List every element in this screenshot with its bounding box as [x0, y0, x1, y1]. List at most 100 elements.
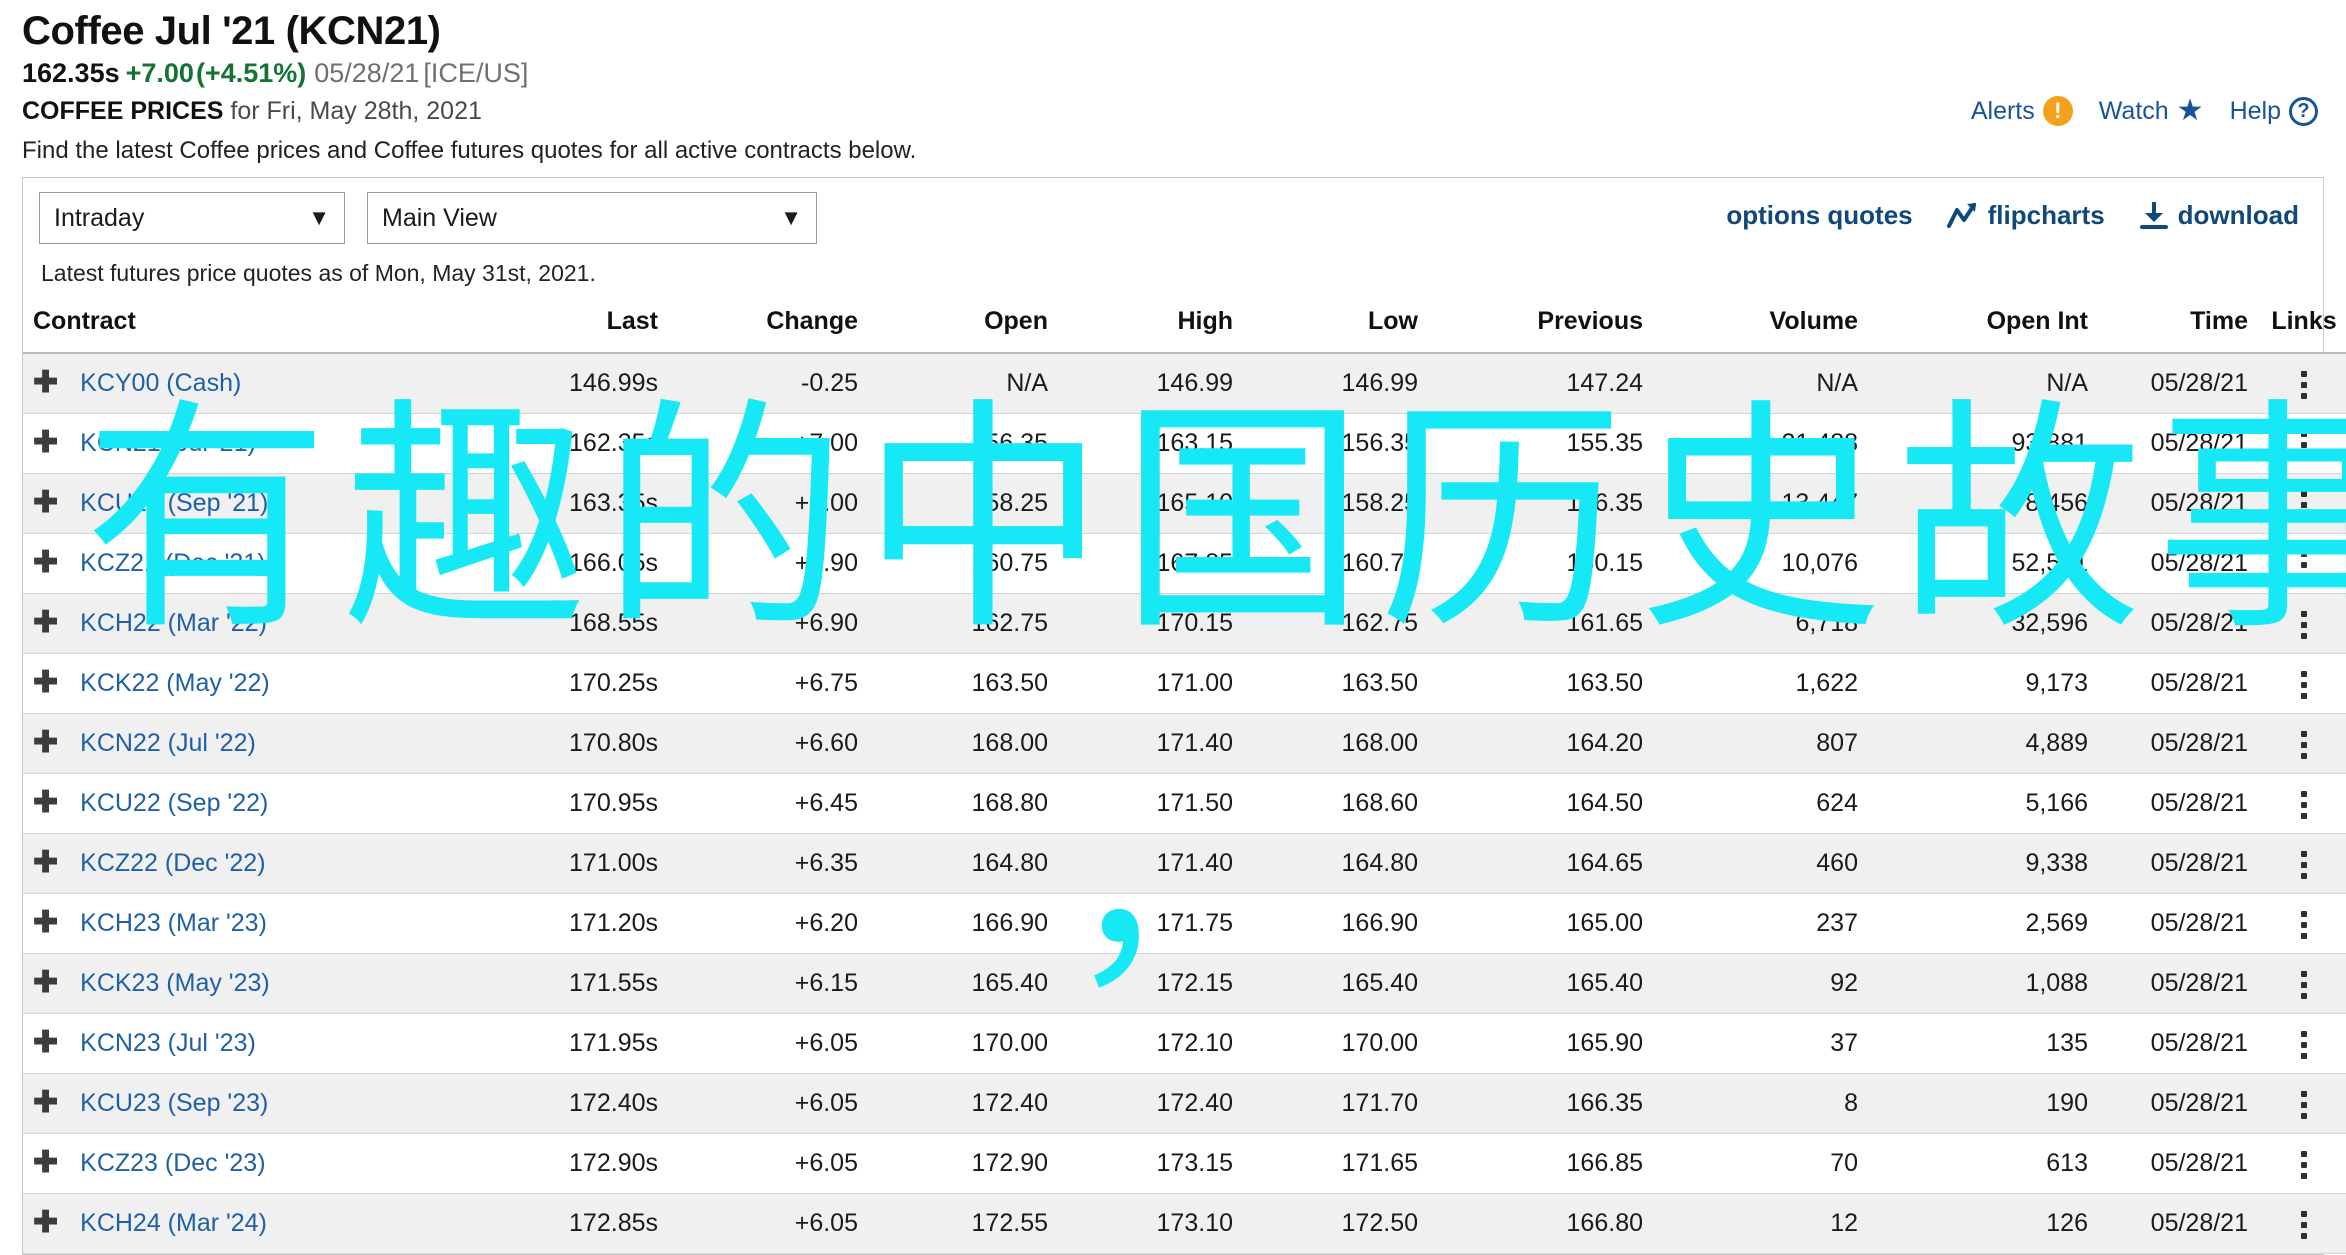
contract-link[interactable]: KCU23 (Sep '23) — [80, 1089, 268, 1118]
cell-last: 171.55s — [453, 953, 668, 1015]
col-header-time[interactable]: Time — [2098, 301, 2258, 355]
alert-exclamation-icon: ! — [2042, 96, 2073, 127]
col-header-change[interactable]: Change — [668, 301, 868, 355]
more-options-icon[interactable] — [2301, 1030, 2307, 1059]
contract-cell-content: ✚ KCK23 (May '23) — [33, 968, 270, 998]
contract-link[interactable]: KCH24 (Mar '24) — [80, 1209, 267, 1238]
more-options-icon[interactable] — [2301, 850, 2307, 879]
cell-open: N/A — [868, 353, 1058, 415]
cell-contract: ✚ KCU21 (Sep '21) — [23, 473, 453, 535]
more-options-icon[interactable] — [2301, 610, 2307, 639]
contract-link[interactable]: KCK23 (May '23) — [80, 969, 270, 998]
contract-link[interactable]: KCN23 (Jul '23) — [80, 1029, 256, 1058]
col-header-low[interactable]: Low — [1243, 301, 1428, 355]
contract-link[interactable]: KCZ22 (Dec '22) — [80, 849, 265, 878]
period-select[interactable]: Intraday ▼ — [39, 192, 345, 245]
cell-low: 162.75 — [1243, 593, 1428, 655]
col-header-last[interactable]: Last — [453, 301, 668, 355]
cell-contract: ✚ KCU22 (Sep '22) — [23, 773, 453, 835]
cell-open: 162.75 — [868, 593, 1058, 655]
page-root: Coffee Jul '21 (KCN21) 162.35s +7.00(+4.5… — [0, 0, 2346, 1255]
contract-link[interactable]: KCH23 (Mar '23) — [80, 909, 267, 938]
plus-icon[interactable]: ✚ — [33, 668, 58, 698]
cell-open-int: 9,338 — [1868, 833, 2098, 895]
cell-contract: ✚ KCK22 (May '22) — [23, 653, 453, 715]
contract-cell-content: ✚ KCN22 (Jul '22) — [33, 728, 256, 758]
cell-change: +6.75 — [668, 653, 868, 715]
plus-icon[interactable]: ✚ — [33, 1028, 58, 1058]
plus-icon[interactable]: ✚ — [33, 368, 58, 398]
last-price: 162.35s — [22, 58, 120, 89]
cell-time: 05/28/21 — [2098, 953, 2258, 1015]
cell-change: +6.35 — [668, 833, 868, 895]
cell-last: 172.85s — [453, 1193, 668, 1255]
col-header-open-int[interactable]: Open Int — [1868, 301, 2098, 355]
cell-previous: 155.35 — [1428, 413, 1653, 475]
col-header-volume[interactable]: Volume — [1653, 301, 1868, 355]
cell-low: 170.00 — [1243, 1013, 1428, 1075]
col-header-high[interactable]: High — [1058, 301, 1243, 355]
table-row: ✚ KCN22 (Jul '22) 170.80s +6.60 168.00 171.40… — [23, 713, 2346, 775]
watch-link[interactable]: Watch ★ — [2099, 96, 2204, 126]
more-options-icon[interactable] — [2301, 910, 2307, 939]
more-options-icon[interactable] — [2301, 1090, 2307, 1119]
contract-link[interactable]: KCY00 (Cash) — [80, 369, 241, 398]
plus-icon[interactable]: ✚ — [33, 728, 58, 758]
contract-cell-content: ✚ KCY00 (Cash) — [33, 368, 241, 398]
prices-date: for Fri, May 28th, 2021 — [230, 96, 482, 125]
options-quotes-link[interactable]: options quotes — [1726, 200, 1912, 231]
more-options-icon[interactable] — [2301, 970, 2307, 999]
flipcharts-link[interactable]: flipcharts — [1946, 200, 2105, 231]
contract-link[interactable]: KCU22 (Sep '22) — [80, 789, 268, 818]
col-header-open[interactable]: Open — [868, 301, 1058, 355]
more-options-icon[interactable] — [2301, 790, 2307, 819]
plus-icon[interactable]: ✚ — [33, 788, 58, 818]
plus-icon[interactable]: ✚ — [33, 1208, 58, 1238]
view-select[interactable]: Main View ▼ — [367, 192, 817, 245]
plus-icon[interactable]: ✚ — [33, 1148, 58, 1178]
plus-icon[interactable]: ✚ — [33, 968, 58, 998]
plus-icon[interactable]: ✚ — [33, 608, 58, 638]
contract-link[interactable]: KCZ23 (Dec '23) — [80, 1149, 265, 1178]
plus-icon[interactable]: ✚ — [33, 488, 58, 518]
more-options-icon[interactable] — [2301, 550, 2307, 579]
col-header-contract[interactable]: Contract — [23, 301, 453, 355]
cell-high: 173.10 — [1058, 1193, 1243, 1255]
plus-icon[interactable]: ✚ — [33, 848, 58, 878]
contract-link[interactable]: KCN21 (Jul '21) — [80, 429, 256, 458]
more-options-icon[interactable] — [2301, 1150, 2307, 1179]
table-row: ✚ KCK23 (May '23) 171.55s +6.15 165.40 172.15… — [23, 953, 2346, 1015]
more-options-icon[interactable] — [2301, 490, 2307, 519]
plus-icon[interactable]: ✚ — [33, 908, 58, 938]
contract-link[interactable]: KCZ21 (Dec '21) — [80, 549, 265, 578]
contract-link[interactable]: KCK22 (May '22) — [80, 669, 270, 698]
cell-contract: ✚ KCY00 (Cash) — [23, 353, 453, 415]
more-options-icon[interactable] — [2301, 730, 2307, 759]
plus-icon[interactable]: ✚ — [33, 428, 58, 458]
flipchart-icon — [1946, 202, 1979, 230]
plus-icon[interactable]: ✚ — [33, 1088, 58, 1118]
download-link[interactable]: download — [2139, 200, 2299, 231]
cell-volume: N/A — [1653, 353, 1868, 415]
cell-contract: ✚ KCN21 (Jul '21) — [23, 413, 453, 475]
more-options-icon[interactable] — [2301, 1210, 2307, 1239]
contract-link[interactable]: KCN22 (Jul '22) — [80, 729, 256, 758]
more-options-icon[interactable] — [2301, 670, 2307, 699]
more-options-icon[interactable] — [2301, 370, 2307, 399]
more-options-icon[interactable] — [2301, 430, 2307, 459]
cell-open: 168.80 — [868, 773, 1058, 835]
contract-cell-content: ✚ KCK22 (May '22) — [33, 668, 270, 698]
contract-link[interactable]: KCU21 (Sep '21) — [80, 489, 268, 518]
cell-links — [2258, 533, 2346, 595]
cell-high: 170.15 — [1058, 593, 1243, 655]
col-header-previous[interactable]: Previous — [1428, 301, 1653, 355]
download-icon — [2139, 200, 2169, 230]
cell-open-int: 190 — [1868, 1073, 2098, 1135]
help-link[interactable]: Help ? — [2230, 96, 2318, 126]
cell-open: 158.25 — [868, 473, 1058, 535]
alerts-link[interactable]: Alerts ! — [1971, 96, 2073, 127]
plus-icon[interactable]: ✚ — [33, 548, 58, 578]
contract-link[interactable]: KCH22 (Mar '22) — [80, 609, 267, 638]
as-of-text: Latest futures price quotes as of Mon, M… — [41, 260, 596, 287]
cell-high: 165.10 — [1058, 473, 1243, 535]
